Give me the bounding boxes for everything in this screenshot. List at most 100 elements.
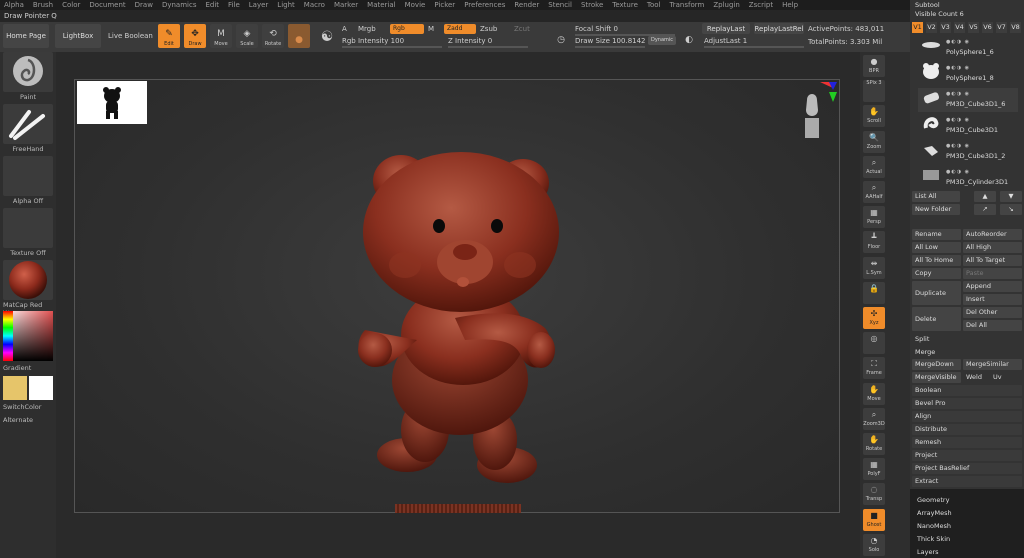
- version-button[interactable]: V2: [926, 22, 937, 33]
- home-page-button[interactable]: Home Page: [3, 24, 49, 48]
- menu-item[interactable]: Color: [62, 0, 80, 10]
- secondary-color-swatch[interactable]: [29, 376, 53, 400]
- copy-button[interactable]: Copy: [912, 268, 961, 279]
- paste-button[interactable]: Paste: [963, 268, 1022, 279]
- menu-item[interactable]: Stencil: [548, 0, 572, 10]
- focal-shift-slider[interactable]: Focal Shift 0: [575, 25, 618, 33]
- rename-button[interactable]: Rename: [912, 229, 961, 240]
- gradient-label[interactable]: Gradient: [3, 364, 53, 372]
- navigator-thumbnail[interactable]: [77, 81, 147, 124]
- subtool-item[interactable]: ●◐◑ ◉ PM3D_Cube3D1_2: [918, 140, 1018, 164]
- material-sphere-icon[interactable]: ●: [288, 24, 310, 48]
- material-button[interactable]: [3, 260, 53, 300]
- adjust-last-slider[interactable]: AdjustLast 1: [704, 37, 747, 45]
- move-folder-down-button[interactable]: ↘: [1000, 204, 1022, 215]
- duplicate-button[interactable]: Duplicate: [912, 281, 961, 305]
- visibility-toggle-icon[interactable]: ●◐◑ ◉: [946, 143, 970, 149]
- all-to-home-button[interactable]: All To Home: [912, 255, 961, 266]
- boolean-section[interactable]: Boolean: [912, 385, 1022, 396]
- menu-item[interactable]: Material: [367, 0, 395, 10]
- menu-item[interactable]: Tool: [647, 0, 661, 10]
- shelf-button[interactable]: ■ Ghost: [863, 508, 885, 531]
- all-low-button[interactable]: All Low: [912, 242, 961, 253]
- uv-toggle[interactable]: Uv: [990, 372, 1018, 383]
- shelf-button[interactable]: ▦ PolyF: [863, 458, 885, 481]
- brush-button[interactable]: [3, 52, 53, 92]
- weld-toggle[interactable]: Weld: [963, 372, 991, 383]
- sculptris-pro-icon[interactable]: ◷: [552, 24, 570, 48]
- move-folder-up-button[interactable]: ↗: [974, 204, 996, 215]
- menu-item[interactable]: Zscript: [749, 0, 773, 10]
- menu-item[interactable]: Edit: [205, 0, 219, 10]
- palette-section[interactable]: Layers: [914, 547, 1022, 558]
- yin-yang-icon[interactable]: ☯: [316, 24, 338, 48]
- primary-color-swatch[interactable]: [3, 376, 27, 400]
- base-plate[interactable]: [395, 504, 521, 513]
- version-button[interactable]: V3: [940, 22, 951, 33]
- subtool-item[interactable]: ●◐◑ ◉ PM3D_Cylinder3D1: [918, 166, 1018, 190]
- mrgb-button[interactable]: Mrgb: [358, 25, 376, 33]
- merge-section[interactable]: Merge: [912, 347, 1022, 358]
- zsub-button[interactable]: Zsub: [480, 25, 497, 33]
- shelf-button[interactable]: ⌕ Actual: [863, 155, 885, 178]
- z-intensity-slider[interactable]: Z Intensity 0: [448, 37, 492, 45]
- shelf-button[interactable]: ⛶ Frame: [863, 357, 885, 380]
- shelf-button[interactable]: ⌕ Zoom3D: [863, 407, 885, 430]
- menu-item[interactable]: Document: [89, 0, 125, 10]
- subtool-item[interactable]: ●◐◑ ◉ PM3D_Cube3D1_6: [918, 88, 1018, 112]
- rgb-button[interactable]: Rgb: [390, 24, 424, 34]
- shelf-button[interactable]: ◎: [863, 332, 885, 355]
- shelf-button[interactable]: SPix 3: [863, 80, 885, 103]
- new-folder-button[interactable]: New Folder: [912, 204, 960, 215]
- subtool-item[interactable]: ●◐◑ ◉ PM3D_Cube3D1: [918, 114, 1018, 138]
- shelf-button[interactable]: ┻ Floor: [863, 231, 885, 254]
- visible-count[interactable]: Visible Count 6: [912, 9, 1024, 20]
- subtool-item[interactable]: ●◐◑ ◉ PolySphere1_8: [918, 62, 1018, 86]
- visibility-toggle-icon[interactable]: ●◐◑ ◉: [946, 169, 970, 175]
- visibility-toggle-icon[interactable]: ●◐◑ ◉: [946, 39, 970, 45]
- shelf-button[interactable]: ● BPR: [863, 55, 885, 77]
- auto-reorder-button[interactable]: AutoReorder: [963, 229, 1022, 240]
- menu-item[interactable]: Marker: [334, 0, 358, 10]
- palette-section[interactable]: ArrayMesh: [914, 508, 1022, 519]
- zcut-button[interactable]: Zcut: [514, 25, 530, 33]
- stroke-button[interactable]: [3, 104, 53, 144]
- draw-size-track[interactable]: [575, 46, 645, 48]
- subtool-item[interactable]: ●◐◑ ◉ PolySphere1_6: [918, 36, 1018, 60]
- draw-mode-button[interactable]: ✥ Draw: [184, 24, 206, 48]
- menu-item[interactable]: Dynamics: [162, 0, 197, 10]
- replay-last-rel-button[interactable]: ReplayLastRel: [754, 23, 804, 34]
- all-to-target-button[interactable]: All To Target: [963, 255, 1022, 266]
- delete-button[interactable]: Delete: [912, 307, 961, 331]
- texture-button[interactable]: [3, 208, 53, 248]
- bevel-pro-section[interactable]: Bevel Pro: [912, 398, 1022, 409]
- visibility-toggle-icon[interactable]: ●◐◑ ◉: [946, 65, 970, 71]
- remesh-section[interactable]: Remesh: [912, 437, 1022, 448]
- version-button[interactable]: V1: [912, 22, 923, 33]
- visibility-toggle-icon[interactable]: ●◐◑ ◉: [946, 117, 970, 123]
- alternate-button[interactable]: Alternate: [3, 416, 53, 424]
- extract-section[interactable]: Extract: [912, 476, 1022, 487]
- project-section[interactable]: Project: [912, 450, 1022, 461]
- switch-color-button[interactable]: SwitchColor: [3, 403, 53, 411]
- shelf-button[interactable]: ⇹ L.Sym: [863, 256, 885, 279]
- merge-visible-button[interactable]: MergeVisible: [912, 372, 961, 383]
- menu-item[interactable]: Render: [514, 0, 539, 10]
- menu-item[interactable]: Texture: [612, 0, 638, 10]
- del-all-button[interactable]: Del All: [963, 320, 1022, 331]
- move-down-button[interactable]: ▼: [1000, 191, 1022, 202]
- menu-item[interactable]: Alpha: [4, 0, 24, 10]
- draw-size-slider[interactable]: Draw Size 100.8142: [575, 37, 646, 45]
- zadd-button[interactable]: Zadd: [444, 24, 476, 34]
- all-high-button[interactable]: All High: [963, 242, 1022, 253]
- orientation-gizmo[interactable]: [785, 80, 841, 150]
- version-button[interactable]: V6: [982, 22, 993, 33]
- palette-section[interactable]: NanoMesh: [914, 521, 1022, 532]
- z-intensity-track[interactable]: [448, 46, 528, 48]
- shelf-button[interactable]: ◌ Transp: [863, 483, 885, 506]
- distribute-section[interactable]: Distribute: [912, 424, 1022, 435]
- menu-item[interactable]: Movie: [405, 0, 426, 10]
- move-mode-button[interactable]: M Move: [210, 24, 232, 48]
- menu-item[interactable]: Stroke: [581, 0, 603, 10]
- bear-model[interactable]: [345, 140, 585, 520]
